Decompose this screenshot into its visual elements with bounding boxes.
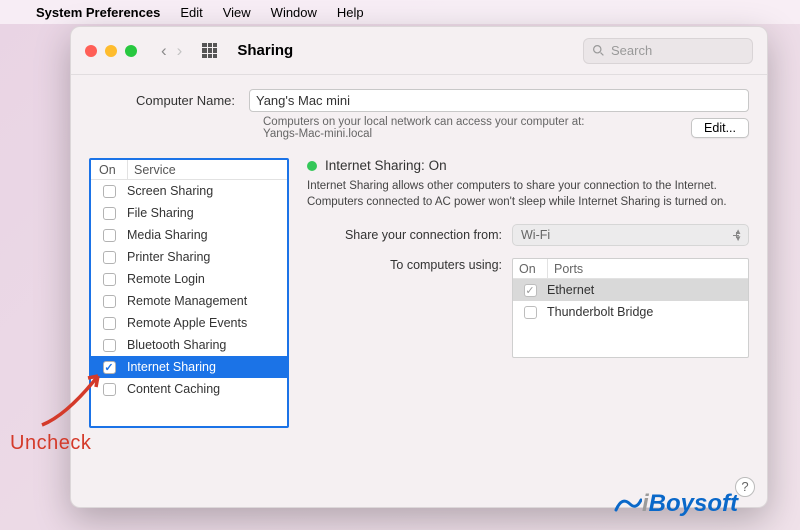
services-head-service: Service [127, 160, 287, 179]
service-label: Remote Management [127, 294, 247, 308]
ports-list[interactable]: On Ports Ethernet Thunderbolt Bridge [512, 258, 749, 358]
service-checkbox[interactable] [103, 383, 116, 396]
service-checkbox[interactable] [103, 317, 116, 330]
search-placeholder: Search [611, 43, 652, 58]
service-row-printer-sharing[interactable]: Printer Sharing [91, 246, 287, 268]
computer-name-field[interactable]: Yang's Mac mini [249, 89, 749, 112]
service-checkbox[interactable] [103, 207, 116, 220]
service-label: Screen Sharing [127, 184, 213, 198]
app-menu[interactable]: System Preferences [36, 5, 160, 20]
service-label: Media Sharing [127, 228, 208, 242]
forward-button[interactable]: › [177, 41, 183, 61]
edit-hostname-button[interactable]: Edit... [691, 118, 749, 138]
port-row-ethernet[interactable]: Ethernet [513, 279, 748, 301]
service-row-internet-sharing[interactable]: Internet Sharing [91, 356, 287, 378]
share-from-label: Share your connection from: [307, 228, 502, 242]
close-button[interactable] [85, 45, 97, 57]
preferences-window: ‹ › Sharing Search Computer Name: Yang's… [70, 26, 768, 508]
service-label: Internet Sharing [127, 360, 216, 374]
minimize-button[interactable] [105, 45, 117, 57]
services-head-on: On [91, 160, 127, 179]
hostname-value: Yangs-Mac-mini.local [263, 128, 691, 140]
service-label: Bluetooth Sharing [127, 338, 226, 352]
service-checkbox[interactable] [103, 229, 116, 242]
window-title: Sharing [237, 42, 293, 59]
help-button[interactable]: ? [735, 477, 755, 497]
service-checkbox[interactable] [103, 295, 116, 308]
service-label: Printer Sharing [127, 250, 210, 264]
hostname-note: Computers on your local network can acce… [263, 116, 691, 128]
content-area: Computer Name: Yang's Mac mini Computers… [71, 75, 767, 442]
search-field[interactable]: Search [583, 38, 753, 64]
watermark-logo: iiBoysoftBoysoft [614, 490, 738, 518]
service-label: File Sharing [127, 206, 194, 220]
zoom-button[interactable] [125, 45, 137, 57]
service-detail: Internet Sharing: On Internet Sharing al… [307, 158, 749, 428]
status-indicator-icon [307, 161, 317, 171]
status-description: Internet Sharing allows other computers … [307, 179, 749, 210]
menu-window[interactable]: Window [271, 5, 317, 20]
chevron-updown-icon: ▲▼ [734, 228, 742, 242]
window-toolbar: ‹ › Sharing Search [71, 27, 767, 75]
port-checkbox[interactable] [524, 284, 537, 297]
service-checkbox[interactable] [103, 185, 116, 198]
service-row-content-caching[interactable]: Content Caching [91, 378, 287, 400]
back-button[interactable]: ‹ [161, 41, 167, 61]
service-label: Remote Login [127, 272, 205, 286]
service-checkbox[interactable] [103, 273, 116, 286]
service-checkbox[interactable] [103, 251, 116, 264]
service-row-bluetooth-sharing[interactable]: Bluetooth Sharing [91, 334, 287, 356]
status-title: Internet Sharing: On [325, 158, 447, 173]
show-all-icon[interactable] [202, 43, 217, 58]
ports-head-ports: Ports [547, 259, 748, 278]
share-from-select[interactable]: Wi-Fi ▲▼ [512, 224, 749, 246]
service-row-screen-sharing[interactable]: Screen Sharing [91, 180, 287, 202]
service-checkbox[interactable] [103, 361, 116, 374]
service-row-file-sharing[interactable]: File Sharing [91, 202, 287, 224]
menubar: System Preferences Edit View Window Help [0, 0, 800, 24]
share-from-value: Wi-Fi [521, 228, 550, 242]
service-label: Content Caching [127, 382, 220, 396]
service-checkbox[interactable] [103, 339, 116, 352]
ports-head-on: On [513, 259, 547, 278]
service-label: Remote Apple Events [127, 316, 247, 330]
menu-edit[interactable]: Edit [180, 5, 202, 20]
menu-help[interactable]: Help [337, 5, 364, 20]
port-checkbox[interactable] [524, 306, 537, 319]
annotation-uncheck-label: Uncheck [10, 432, 91, 455]
computer-name-label: Computer Name: [89, 93, 249, 108]
search-icon [592, 44, 605, 57]
port-row-thunderbolt-bridge[interactable]: Thunderbolt Bridge [513, 301, 748, 323]
traffic-lights [85, 45, 137, 57]
service-row-remote-login[interactable]: Remote Login [91, 268, 287, 290]
port-label: Thunderbolt Bridge [547, 305, 653, 319]
to-computers-label: To computers using: [307, 258, 502, 272]
service-row-remote-apple-events[interactable]: Remote Apple Events [91, 312, 287, 334]
service-row-remote-management[interactable]: Remote Management [91, 290, 287, 312]
port-label: Ethernet [547, 283, 594, 297]
service-row-media-sharing[interactable]: Media Sharing [91, 224, 287, 246]
services-list[interactable]: On Service Screen Sharing File Sharing Med… [89, 158, 289, 428]
menu-view[interactable]: View [223, 5, 251, 20]
